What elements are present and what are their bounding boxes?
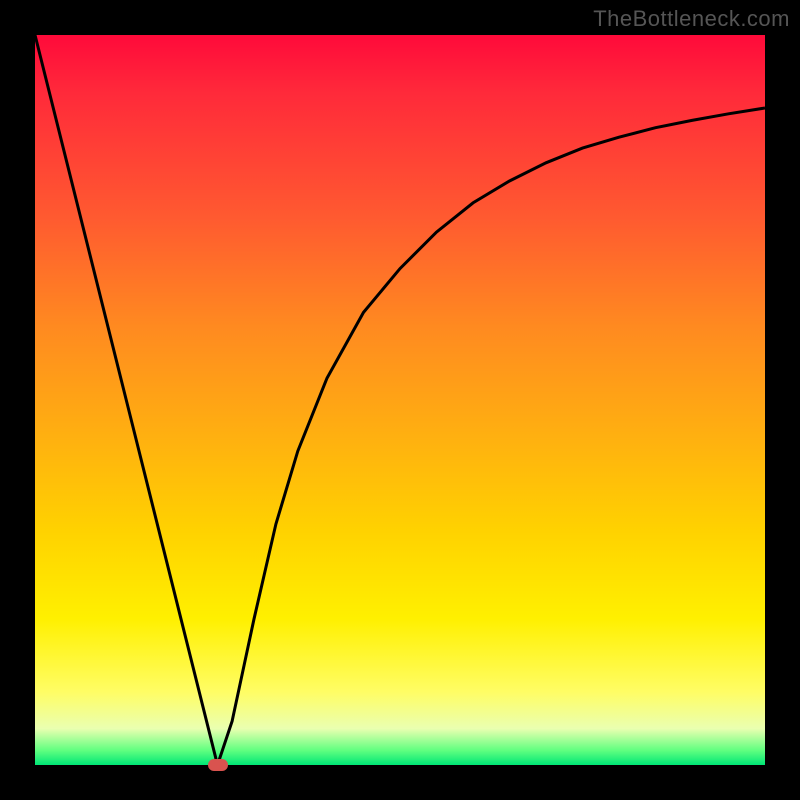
plot-area [35,35,765,765]
attribution-text: TheBottleneck.com [593,6,790,32]
bottleneck-curve [35,35,765,765]
optimum-marker [208,759,228,771]
curve-path [35,35,765,765]
chart-frame: TheBottleneck.com [0,0,800,800]
